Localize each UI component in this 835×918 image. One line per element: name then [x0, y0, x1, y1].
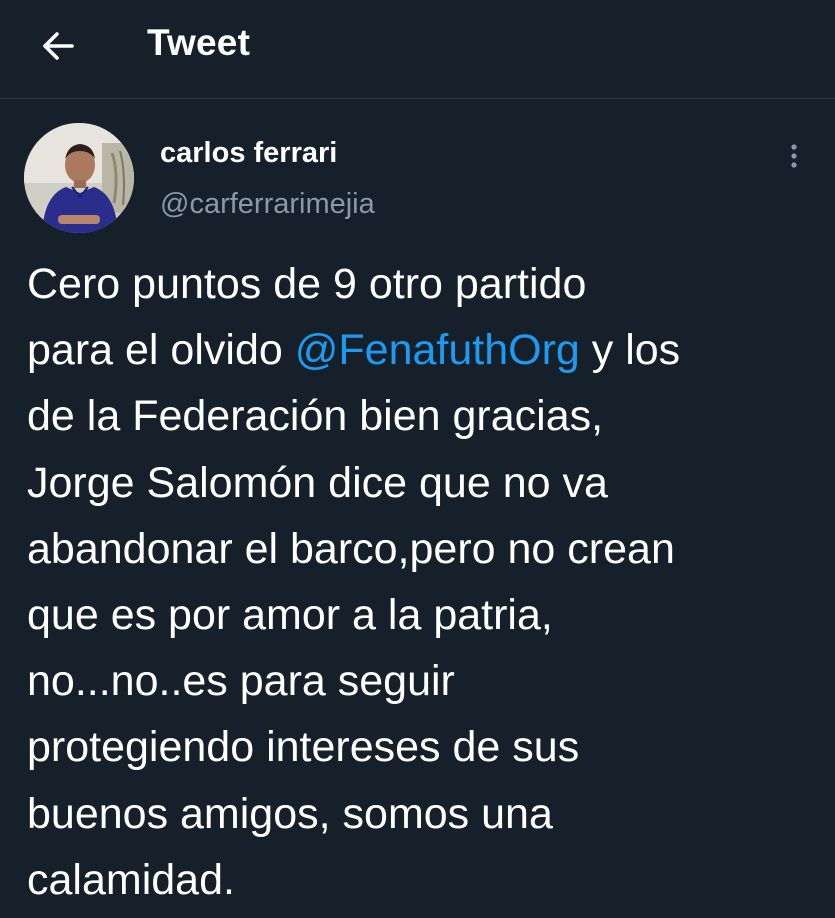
tweet-line: no...no..es para seguir [27, 657, 455, 706]
more-vertical-icon [791, 144, 797, 168]
tweet-line: para el olvido @FenafuthOrg y los [27, 317, 817, 383]
tweet-text-segment: y los [579, 326, 681, 375]
arrow-left-icon [43, 32, 74, 60]
tweet-line: calamidad. [27, 855, 235, 904]
tweet-line: protegiendo intereses de sus [27, 723, 580, 772]
profile-photo [24, 123, 134, 233]
tweet-text-segment: para el olvido [27, 326, 295, 375]
top-bar: Tweet [0, 0, 835, 99]
tweet-line: abandonar el barco,pero no crean [27, 524, 675, 573]
tweet-line: Cero puntos de 9 otro partido [27, 260, 587, 308]
mention-link[interactable]: @FenafuthOrg [295, 326, 580, 374]
page-title: Tweet [147, 22, 251, 63]
tweet-line: de la Federación bien gracias, [27, 392, 604, 441]
tweet-line: Jorge Salomón dice que no va [27, 458, 608, 507]
back-button[interactable] [38, 26, 78, 66]
tweet-line: buenos amigos, somos una [27, 789, 553, 838]
author-display-name[interactable]: carlos ferrari [160, 137, 337, 170]
tweet-text: Cero puntos de 9 otro partido para el ol… [27, 251, 817, 913]
tweet-line: que es por amor a la patria, [27, 591, 553, 640]
author-handle[interactable]: @carferrarimejia [160, 188, 375, 221]
more-options-button[interactable] [780, 140, 808, 176]
avatar[interactable] [24, 123, 134, 233]
